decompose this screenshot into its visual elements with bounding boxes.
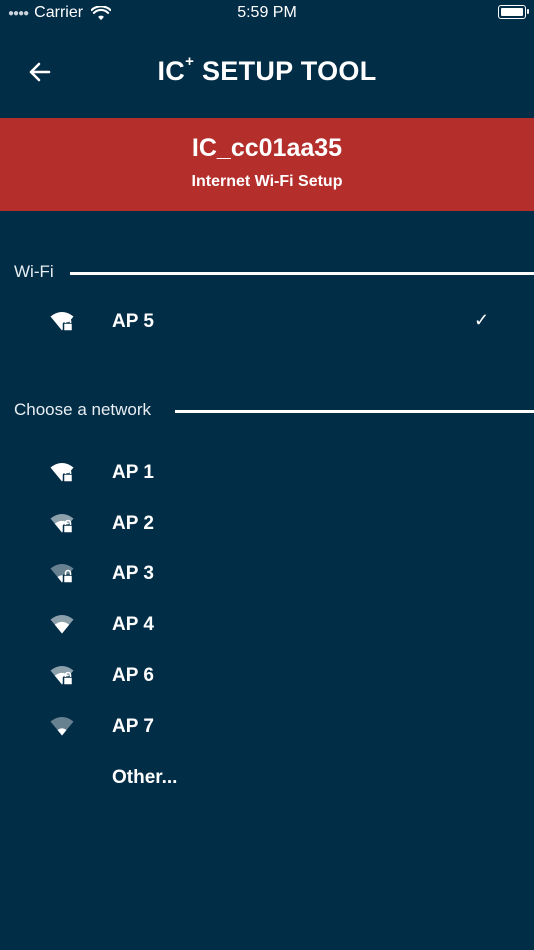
other-network-label: Other... xyxy=(112,767,178,788)
wifi-icon xyxy=(50,615,74,634)
wifi-lock-icon xyxy=(50,666,74,686)
network-name: AP 3 xyxy=(112,563,154,584)
banner-subtitle: Internet Wi-Fi Setup xyxy=(191,173,343,190)
section-divider xyxy=(70,272,534,275)
network-row-ap3[interactable]: AP 3 xyxy=(0,554,534,594)
connected-network-name: AP 5 xyxy=(112,311,154,332)
wifi-lock-icon xyxy=(50,564,74,584)
device-name: IC_cc01aa35 xyxy=(191,134,343,162)
network-row-other[interactable]: Other... xyxy=(0,758,534,798)
network-name: AP 1 xyxy=(112,462,154,483)
wifi-section-header: Wi-Fi xyxy=(0,262,534,284)
title-rest: SETUP TOOL xyxy=(194,56,377,86)
network-row-ap4[interactable]: AP 4 xyxy=(0,605,534,645)
checkmark-icon: ✓ xyxy=(474,310,490,330)
wifi-section-label: Wi-Fi xyxy=(14,262,64,282)
wifi-lock-icon xyxy=(50,312,74,332)
network-row-ap1[interactable]: AP 1 xyxy=(0,453,534,493)
network-row-ap6[interactable]: AP 6 xyxy=(0,656,534,696)
network-name: AP 6 xyxy=(112,665,154,686)
network-row-ap7[interactable]: AP 7 xyxy=(0,707,534,747)
nav-bar: IC+ SETUP TOOL xyxy=(0,44,534,100)
device-banner: IC_cc01aa35 Internet Wi-Fi Setup xyxy=(0,118,534,211)
connected-network-row[interactable]: AP 5 ✓ xyxy=(0,302,534,342)
status-bar: ●●●● Carrier 5:59 PM xyxy=(0,0,534,28)
network-name: AP 2 xyxy=(112,513,154,534)
networks-section-header: Choose a network xyxy=(0,400,534,422)
networks-section-label: Choose a network xyxy=(14,400,162,420)
title-superscript: + xyxy=(185,53,195,70)
page-title: IC+ SETUP TOOL xyxy=(0,53,534,87)
network-name: AP 7 xyxy=(112,716,154,737)
wifi-lock-icon xyxy=(50,514,74,534)
wifi-icon xyxy=(50,717,74,736)
title-main: IC xyxy=(157,56,186,86)
section-divider xyxy=(175,410,534,413)
status-time: 5:59 PM xyxy=(237,4,297,21)
network-row-ap2[interactable]: AP 2 xyxy=(0,504,534,544)
wifi-lock-icon xyxy=(50,463,74,483)
battery-icon xyxy=(498,5,529,19)
network-name: AP 4 xyxy=(112,614,154,635)
